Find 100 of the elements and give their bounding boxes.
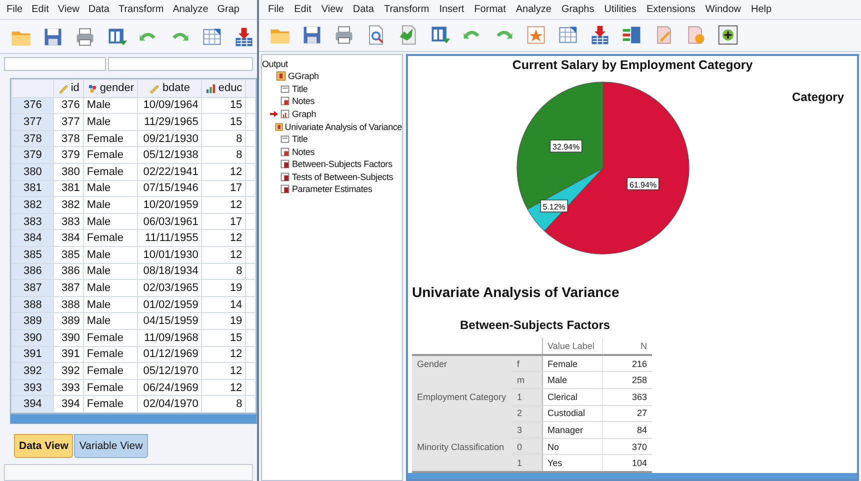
row-number[interactable]: 384 bbox=[12, 230, 54, 246]
menu-item[interactable]: Edit bbox=[289, 4, 316, 15]
table-cell[interactable]: Male bbox=[83, 263, 138, 280]
table-cell[interactable]: 06/03/1961 bbox=[138, 213, 202, 230]
table-cell[interactable]: 390 bbox=[54, 329, 84, 346]
menu-item[interactable]: Transform bbox=[114, 4, 168, 16]
table-cell[interactable]: 05/12/1970 bbox=[138, 362, 202, 380]
column-header[interactable]: educ bbox=[202, 79, 246, 98]
columns-icon[interactable] bbox=[621, 24, 643, 46]
menu-item[interactable]: Insert bbox=[434, 4, 470, 15]
table-cell[interactable]: 384 bbox=[54, 230, 84, 246]
table-cell[interactable]: 8 bbox=[202, 263, 246, 280]
download-icon[interactable] bbox=[233, 26, 256, 48]
menu-item[interactable]: Data bbox=[84, 4, 114, 16]
outline-item[interactable]: Title bbox=[292, 84, 308, 94]
table-cell[interactable]: 12 bbox=[202, 362, 246, 380]
log-icon[interactable] bbox=[274, 122, 283, 132]
table-cell[interactable]: 01/12/1969 bbox=[138, 346, 202, 363]
outline-item[interactable]: Between-Subjects Factors bbox=[292, 159, 392, 170]
row-number[interactable]: 388 bbox=[12, 296, 54, 313]
table-cell[interactable]: 02/03/1965 bbox=[138, 280, 202, 296]
table-icon[interactable] bbox=[280, 184, 290, 194]
table-cell[interactable]: 381 bbox=[54, 180, 84, 197]
table-cell[interactable]: 376 bbox=[54, 97, 84, 114]
notes-icon[interactable] bbox=[280, 96, 290, 106]
menu-item[interactable]: Window bbox=[700, 4, 746, 15]
save-icon[interactable] bbox=[301, 24, 323, 46]
table-cell[interactable]: 388 bbox=[54, 296, 84, 313]
row-number[interactable]: 385 bbox=[12, 246, 54, 264]
table-cell[interactable]: Male bbox=[83, 312, 138, 330]
table-cell[interactable]: 12 bbox=[202, 164, 246, 180]
table-cell[interactable]: Male bbox=[83, 280, 138, 296]
table-cell[interactable]: 10/01/1930 bbox=[138, 246, 202, 264]
row-number[interactable]: 378 bbox=[12, 130, 54, 147]
row-number[interactable]: 387 bbox=[12, 280, 54, 296]
outline-item[interactable]: Notes bbox=[292, 96, 315, 106]
table-cell[interactable]: 12 bbox=[202, 196, 246, 214]
outline-item[interactable]: Univariate Analysis of Variance bbox=[284, 122, 402, 132]
view-tab[interactable]: Data View bbox=[14, 434, 74, 458]
outline-item[interactable]: Title bbox=[292, 134, 308, 144]
row-number[interactable]: 393 bbox=[12, 379, 54, 396]
table-cell[interactable]: 06/24/1969 bbox=[138, 379, 202, 396]
table-cell[interactable]: 12 bbox=[202, 246, 246, 264]
table-cell[interactable]: 08/18/1934 bbox=[138, 263, 202, 280]
table-cell[interactable]: 17 bbox=[202, 180, 246, 197]
table-cell[interactable]: 379 bbox=[54, 146, 84, 164]
view-tab[interactable]: Variable View bbox=[74, 434, 148, 458]
table-cell[interactable]: 8 bbox=[202, 146, 246, 164]
table-cell[interactable]: 15 bbox=[202, 114, 246, 130]
table-cell[interactable]: Male bbox=[83, 114, 138, 130]
cell-value-field[interactable] bbox=[108, 57, 253, 71]
outline-item[interactable]: Parameter Estimates bbox=[292, 184, 372, 194]
menu-item[interactable]: Grap bbox=[212, 4, 244, 16]
menu-item[interactable]: Graphs bbox=[556, 4, 600, 15]
document-icon[interactable] bbox=[397, 24, 419, 46]
table-cell[interactable]: 8 bbox=[202, 396, 246, 412]
table-cell[interactable]: Female bbox=[83, 164, 138, 180]
table-cell[interactable]: Male bbox=[83, 196, 138, 214]
row-number[interactable]: 394 bbox=[12, 396, 54, 412]
table-cell[interactable]: 10/09/1964 bbox=[138, 97, 202, 114]
table-cell[interactable]: 391 bbox=[54, 346, 84, 363]
table-cell[interactable]: 11/09/1968 bbox=[138, 329, 202, 346]
table-cell[interactable]: Male bbox=[83, 180, 138, 197]
table-cell[interactable]: 8 bbox=[202, 130, 246, 147]
table-cell[interactable]: 17 bbox=[202, 213, 246, 230]
table-cell[interactable]: 387 bbox=[54, 280, 84, 296]
column-header[interactable]: gender bbox=[83, 79, 138, 98]
row-number[interactable]: 392 bbox=[12, 362, 54, 380]
outline-item[interactable]: GGraph bbox=[288, 71, 319, 82]
title-icon[interactable] bbox=[280, 134, 290, 144]
menu-item[interactable]: Transform bbox=[378, 4, 434, 15]
table-cell[interactable]: 11/29/1965 bbox=[138, 114, 202, 130]
table-cell[interactable]: Male bbox=[83, 296, 138, 313]
outline-item[interactable]: Notes bbox=[292, 146, 315, 157]
table-cell[interactable]: 383 bbox=[54, 213, 84, 230]
table-cell[interactable]: 385 bbox=[54, 246, 84, 264]
table-cell[interactable]: Female bbox=[83, 346, 138, 363]
table-cell[interactable]: 10/20/1959 bbox=[138, 196, 202, 214]
menu-item[interactable]: File bbox=[263, 4, 290, 15]
table-cell[interactable]: Female bbox=[83, 230, 138, 246]
row-number[interactable]: 376 bbox=[12, 97, 54, 114]
table-cell[interactable]: 04/15/1959 bbox=[138, 312, 202, 330]
menu-item[interactable]: Edit bbox=[27, 4, 54, 16]
table-cell[interactable]: Female bbox=[83, 329, 138, 346]
table-cell[interactable]: 14 bbox=[202, 296, 246, 313]
column-header[interactable]: bdate bbox=[138, 79, 202, 98]
table-cell[interactable]: 389 bbox=[54, 312, 84, 330]
table-cell[interactable]: 12 bbox=[202, 230, 246, 246]
row-number[interactable]: 390 bbox=[12, 329, 54, 346]
table-cell[interactable]: Female bbox=[83, 362, 138, 380]
table-cell[interactable]: 19 bbox=[202, 280, 246, 296]
log-icon[interactable] bbox=[276, 71, 286, 82]
table-cell[interactable]: 15 bbox=[202, 97, 246, 114]
outline-item[interactable]: Output bbox=[262, 58, 288, 69]
row-number[interactable]: 386 bbox=[12, 263, 54, 280]
scrollbar[interactable] bbox=[10, 414, 257, 424]
scrollbar[interactable] bbox=[408, 473, 857, 479]
table-cell[interactable]: Female bbox=[83, 130, 138, 147]
table-icon[interactable] bbox=[280, 172, 290, 182]
row-number[interactable]: 389 bbox=[12, 312, 54, 330]
